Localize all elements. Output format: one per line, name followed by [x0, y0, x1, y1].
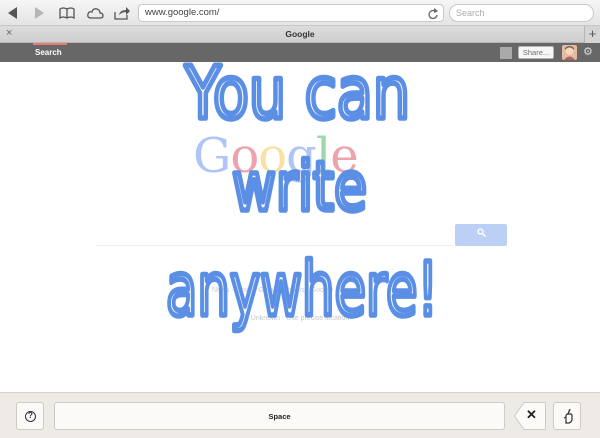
- icloud-tabs-icon[interactable]: [86, 4, 104, 22]
- avatar[interactable]: [562, 45, 577, 60]
- google-bar: Search Share... ⚙: [0, 43, 600, 62]
- handwriting-line-1: You can: [184, 51, 410, 135]
- pen-hand-icon: [562, 408, 574, 429]
- notifications-icon[interactable]: [500, 47, 512, 59]
- logo-letter: e: [330, 128, 358, 184]
- space-label: Space: [268, 412, 291, 421]
- delete-button[interactable]: ✕: [514, 402, 546, 430]
- bookmarks-icon[interactable]: [58, 4, 76, 22]
- logo-letter: l: [315, 128, 331, 184]
- handwriting-mode-button[interactable]: [553, 402, 581, 430]
- reload-icon[interactable]: [428, 7, 439, 25]
- help-button[interactable]: ?: [16, 402, 44, 430]
- delete-icon: ✕: [526, 407, 537, 422]
- google-bar-search[interactable]: Search: [35, 48, 62, 57]
- new-tab-button[interactable]: +: [584, 26, 600, 43]
- browser-toolbar: www.google.com/ Search: [0, 0, 600, 26]
- help-icon: ?: [25, 411, 36, 422]
- location-text[interactable]: Unknown - Use precise location: [0, 315, 600, 322]
- handwriting-overlay: You can write anywhere!: [163, 48, 441, 336]
- logo-letter: G: [193, 128, 231, 184]
- active-indicator: [33, 43, 67, 45]
- space-button[interactable]: Space: [54, 402, 505, 430]
- share-icon[interactable]: [113, 4, 131, 22]
- google-logo: Google: [193, 128, 359, 184]
- gear-icon[interactable]: ⚙: [583, 45, 593, 58]
- logo-letter: g: [286, 128, 317, 184]
- url-field[interactable]: www.google.com/: [138, 4, 444, 22]
- google-links[interactable]: News · Drive · Gmail · Photos · Google P…: [212, 287, 349, 294]
- google-search-button[interactable]: [455, 224, 507, 246]
- logo-letter: o: [230, 128, 259, 184]
- google-search-input[interactable]: [96, 222, 454, 246]
- search-field[interactable]: Search: [449, 4, 594, 22]
- search-icon: [477, 228, 487, 240]
- tab-title[interactable]: Google: [0, 29, 600, 39]
- tab-bar: × Google +: [0, 26, 600, 43]
- search-placeholder: Search: [456, 8, 485, 18]
- handwriting-keyboard: ? Space ✕: [0, 392, 600, 438]
- url-text: www.google.com/: [145, 7, 220, 18]
- back-icon[interactable]: [6, 4, 20, 22]
- forward-icon[interactable]: [32, 4, 46, 22]
- logo-letter: o: [258, 128, 287, 184]
- share-button[interactable]: Share...: [518, 46, 554, 59]
